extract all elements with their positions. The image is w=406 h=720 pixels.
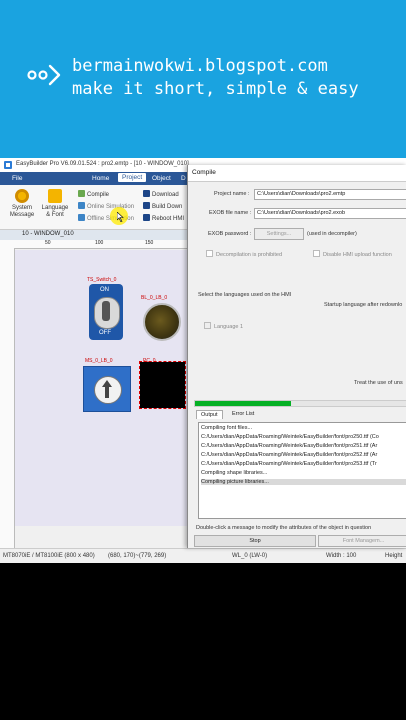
toggle-lever [102, 301, 110, 321]
rotary-selector[interactable] [83, 366, 131, 412]
exob-file-field[interactable]: C:\Users\dian\Downloads\pro2.exob [254, 208, 406, 219]
reboot-hmi-button[interactable]: Reboot HMI [143, 214, 184, 222]
checkbox-box [206, 250, 213, 257]
checkbox-box [204, 322, 211, 329]
output-list[interactable]: Compiling font files... C:/Users/dian/Ap… [198, 422, 406, 519]
system-message-button[interactable]: System Message [8, 189, 36, 219]
menu-file[interactable]: File [12, 175, 22, 182]
status-coords: (680, 170)~(779, 269) [108, 553, 167, 559]
status-height: Height [385, 553, 403, 559]
vertical-ruler [0, 248, 15, 548]
exob-file-label: EXOB file name : [209, 210, 252, 216]
language-icon [48, 189, 62, 203]
treat-use-label: Treat the use of uns [354, 380, 403, 386]
project-name-field[interactable]: C:\Users\dian\Downloads\pro2.emtp [254, 189, 406, 200]
toggle-switch-label: TS_Switch_0 [87, 277, 117, 283]
status-model: MT8070iE / MT8100iE (800 x 480) [3, 553, 95, 559]
toggle-on-label: ON [100, 287, 109, 293]
disable-upload-checkbox[interactable]: Disable HMI upload function [313, 250, 392, 258]
menu-project[interactable]: Project [118, 173, 147, 182]
output-line: Compiling font files... [201, 425, 253, 431]
progress-fill [195, 401, 291, 406]
ruler-tick-50: 50 [45, 240, 51, 246]
compile-icon [78, 190, 85, 197]
tab-output[interactable]: Output [196, 410, 223, 419]
checkbox-box [313, 250, 320, 257]
settings-button[interactable]: Settings... [254, 228, 304, 240]
font-management-button[interactable]: Font Managem... [318, 535, 406, 547]
app-title: EasyBuilder Pro V6.09.01.524 : pro2.emtp… [16, 161, 189, 167]
build-download-icon [143, 202, 150, 209]
compile-button[interactable]: Compile [78, 190, 109, 198]
tab-error-list[interactable]: Error List [228, 410, 258, 418]
language-font-button[interactable]: Language & Font [40, 189, 70, 219]
status-address: WL_0 (LW-0) [232, 553, 268, 559]
toggle-switch[interactable]: ON OFF [89, 284, 123, 340]
decompilation-prohibited-checkbox[interactable]: Decompilation is prohibited [206, 250, 282, 258]
select-languages-label: Select the languages used on the HMI [198, 292, 292, 298]
project-name-label: Project name : [214, 191, 250, 197]
output-line-selected: Compiling picture libraries... [201, 479, 406, 485]
decompiler-note: (used in decompiler) [307, 231, 357, 237]
output-line: C:/Users/dian/AppData/Roaming/Weintek/Ea… [201, 434, 379, 440]
output-line: C:/Users/dian/AppData/Roaming/Weintek/Ea… [201, 461, 377, 467]
horizontal-ruler: 50 100 150 [0, 240, 190, 249]
build-download-button[interactable]: Build Down [143, 202, 182, 210]
banner-line-1: bermainwokwi.blogspot.com [72, 56, 328, 76]
language-1-checkbox[interactable]: Language 1 [204, 322, 243, 330]
selected-black-object[interactable] [139, 361, 186, 409]
status-bar: MT8070iE / MT8100iE (800 x 480) (680, 17… [0, 548, 406, 563]
startup-language-label: Startup language after redownlo [324, 302, 403, 308]
ruler-tick-150: 150 [145, 240, 154, 246]
dialog-title: Compile [192, 169, 216, 176]
menu-more[interactable]: D [181, 175, 186, 182]
status-width: Width : 100 [326, 553, 357, 559]
dialog-titlebar: Compile [188, 165, 406, 182]
stop-button[interactable]: Stop [194, 535, 316, 547]
dialog-hint: Double-click a message to modify the att… [196, 525, 372, 531]
download-icon [143, 190, 150, 197]
ruler-tick-100: 100 [95, 240, 104, 246]
selector-label: MS_0_LB_0 [85, 358, 113, 364]
online-simulation-icon [78, 202, 85, 209]
arrow-up-icon [102, 380, 112, 398]
toggle-off-label: OFF [99, 330, 111, 336]
exob-password-label: EXOB password : [208, 231, 252, 237]
compile-progress-bar [194, 400, 406, 407]
menu-bar: File Home Project Object D [0, 172, 190, 185]
bit-lamp[interactable] [143, 303, 181, 341]
gear-icon [15, 189, 29, 203]
wokwi-logo-icon [27, 64, 61, 86]
app-icon [4, 161, 12, 169]
banner-line-2: make it short, simple & easy [72, 79, 359, 99]
video-banner: bermainwokwi.blogspot.com make it short,… [0, 0, 406, 158]
online-simulation-button[interactable]: Online Simulation [78, 202, 134, 210]
output-line: C:/Users/dian/AppData/Roaming/Weintek/Ea… [201, 452, 378, 458]
reboot-icon [143, 214, 150, 221]
output-line: Compiling shape libraries... [201, 470, 268, 476]
lamp-label: BL_0_LB_0 [141, 295, 168, 301]
compile-dialog: Compile Project name : C:\Users\dian\Dow… [187, 165, 406, 548]
hmi-design-canvas[interactable]: TS_Switch_0 ON OFF BL_0_LB_0 MS_0_LB_0 P… [15, 250, 190, 526]
menu-home[interactable]: Home [92, 175, 109, 182]
offline-simulation-icon [78, 214, 85, 221]
download-button[interactable]: Download [143, 190, 179, 198]
output-line: C:/Users/dian/AppData/Roaming/Weintek/Ea… [201, 443, 378, 449]
mouse-pointer-icon [117, 212, 124, 222]
menu-object[interactable]: Object [152, 175, 171, 182]
ribbon: System Message Language & Font Compile O… [0, 185, 190, 230]
